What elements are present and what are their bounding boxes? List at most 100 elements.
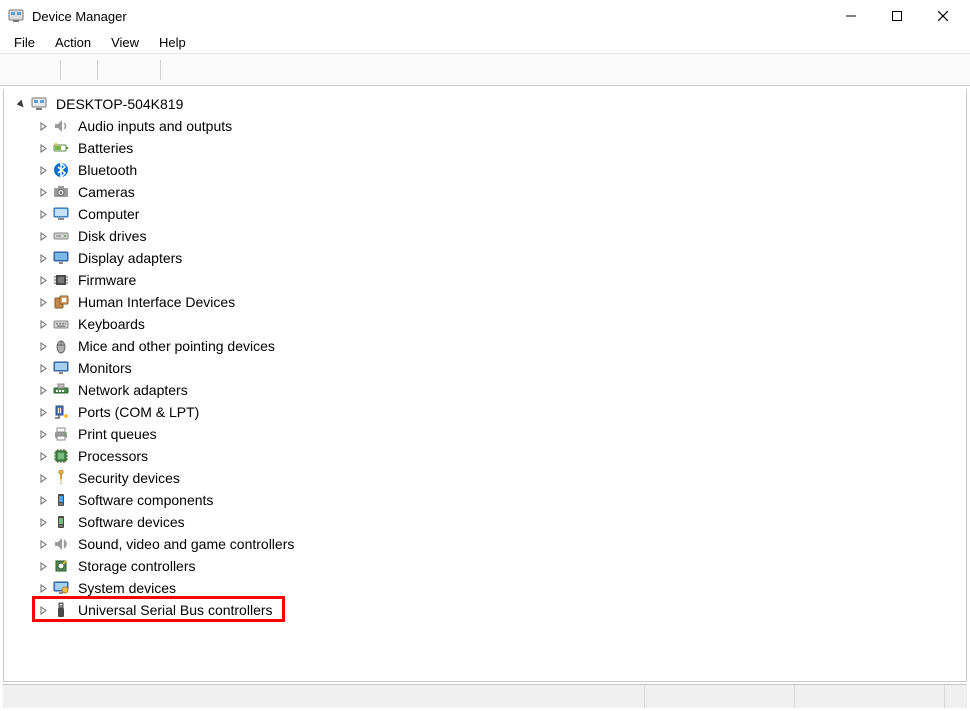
tree-item[interactable]: Software components [10,489,966,511]
help-button[interactable]: ? [104,58,128,82]
audio-icon [52,117,70,135]
tree-item[interactable]: Audio inputs and outputs [10,115,966,137]
expander-icon[interactable] [36,537,50,551]
window-title: Device Manager [32,9,127,24]
tree-item[interactable]: Network adapters [10,379,966,401]
tree-item-label: Display adapters [76,247,184,269]
software-component-icon [52,491,70,509]
tree-item[interactable]: Ports (COM & LPT) [10,401,966,423]
menubar: File Action View Help [0,32,970,54]
expander-icon[interactable] [36,141,50,155]
device-tree-panel[interactable]: DESKTOP-504K819Audio inputs and outputsB… [3,89,967,682]
expander-icon[interactable] [36,119,50,133]
forward-button[interactable] [30,58,54,82]
expander-icon[interactable] [36,339,50,353]
camera-icon [52,183,70,201]
action-list-button[interactable] [130,58,154,82]
expander-icon[interactable] [36,405,50,419]
firmware-icon [52,271,70,289]
expander-icon[interactable] [36,229,50,243]
tree-item-label: Batteries [76,137,135,159]
expander-icon[interactable] [36,603,50,617]
tree-item-label: Disk drives [76,225,148,247]
tree-item-label: Bluetooth [76,159,139,181]
close-button[interactable] [920,0,966,32]
tree-item[interactable]: Bluetooth [10,159,966,181]
tree-item-label: Audio inputs and outputs [76,115,234,137]
expander-icon[interactable] [36,383,50,397]
expander-icon[interactable] [36,185,50,199]
tree-item[interactable]: Print queues [10,423,966,445]
tree-item[interactable]: Cameras [10,181,966,203]
tree-item[interactable]: Batteries [10,137,966,159]
expander-icon[interactable] [36,251,50,265]
expander-icon[interactable] [36,471,50,485]
device-tree: DESKTOP-504K819Audio inputs and outputsB… [4,89,966,627]
statusbar-panel [945,685,967,708]
maximize-button[interactable] [874,0,920,32]
keyboard-icon [52,315,70,333]
menu-help[interactable]: Help [149,33,196,52]
cpu-icon [52,447,70,465]
tree-root[interactable]: DESKTOP-504K819 [10,93,966,115]
back-button[interactable] [4,58,28,82]
menu-action[interactable]: Action [45,33,101,52]
expander-icon[interactable] [36,493,50,507]
expander-icon[interactable] [36,515,50,529]
statusbar-panel [3,685,645,708]
software-device-icon [52,513,70,531]
expander-icon[interactable] [36,361,50,375]
tree-item[interactable]: Display adapters [10,247,966,269]
computer-icon [52,205,70,223]
tree-item-label: Software devices [76,511,187,533]
usb-icon [52,601,70,619]
port-icon [52,403,70,421]
tree-root-label: DESKTOP-504K819 [54,93,185,115]
tree-item-label: Print queues [76,423,159,445]
tree-item-label: Software components [76,489,215,511]
tree-item[interactable]: Firmware [10,269,966,291]
tree-item-label: Monitors [76,357,134,379]
expander-icon[interactable] [36,207,50,221]
titlebar: Device Manager [0,0,970,32]
tree-item[interactable]: Monitors [10,357,966,379]
tree-item-label: Mice and other pointing devices [76,335,277,357]
tree-item[interactable]: System devices [10,577,966,599]
expander-icon[interactable] [36,581,50,595]
minimize-button[interactable] [828,0,874,32]
statusbar-panel [795,685,945,708]
expander-icon[interactable] [36,559,50,573]
tree-item[interactable]: Processors [10,445,966,467]
tree-item[interactable]: Sound, video and game controllers [10,533,966,555]
tree-item[interactable]: Universal Serial Bus controllers [10,599,966,621]
tree-item[interactable]: Storage controllers [10,555,966,577]
tree-item[interactable]: Software devices [10,511,966,533]
expander-icon[interactable] [36,273,50,287]
scan-hardware-button[interactable] [167,58,191,82]
tree-item[interactable]: Keyboards [10,313,966,335]
menu-view[interactable]: View [101,33,149,52]
tree-item[interactable]: Security devices [10,467,966,489]
expander-icon[interactable] [36,317,50,331]
statusbar-panel [645,685,795,708]
tree-item-label: Human Interface Devices [76,291,237,313]
toolbar-separator [160,60,161,80]
expander-icon[interactable] [14,97,28,111]
show-hide-tree-button[interactable] [67,58,91,82]
expander-icon[interactable] [36,163,50,177]
display-icon [52,249,70,267]
tree-item[interactable]: Computer [10,203,966,225]
tree-item-label: Firmware [76,269,138,291]
tree-item-label: Network adapters [76,379,190,401]
storage-icon [52,557,70,575]
tree-item[interactable]: Mice and other pointing devices [10,335,966,357]
network-icon [52,381,70,399]
expander-icon[interactable] [36,427,50,441]
computer-root-icon [30,95,48,113]
expander-icon[interactable] [36,449,50,463]
expander-icon[interactable] [36,295,50,309]
tree-item[interactable]: Disk drives [10,225,966,247]
menu-file[interactable]: File [4,33,45,52]
tree-item[interactable]: Human Interface Devices [10,291,966,313]
printer-icon [52,425,70,443]
